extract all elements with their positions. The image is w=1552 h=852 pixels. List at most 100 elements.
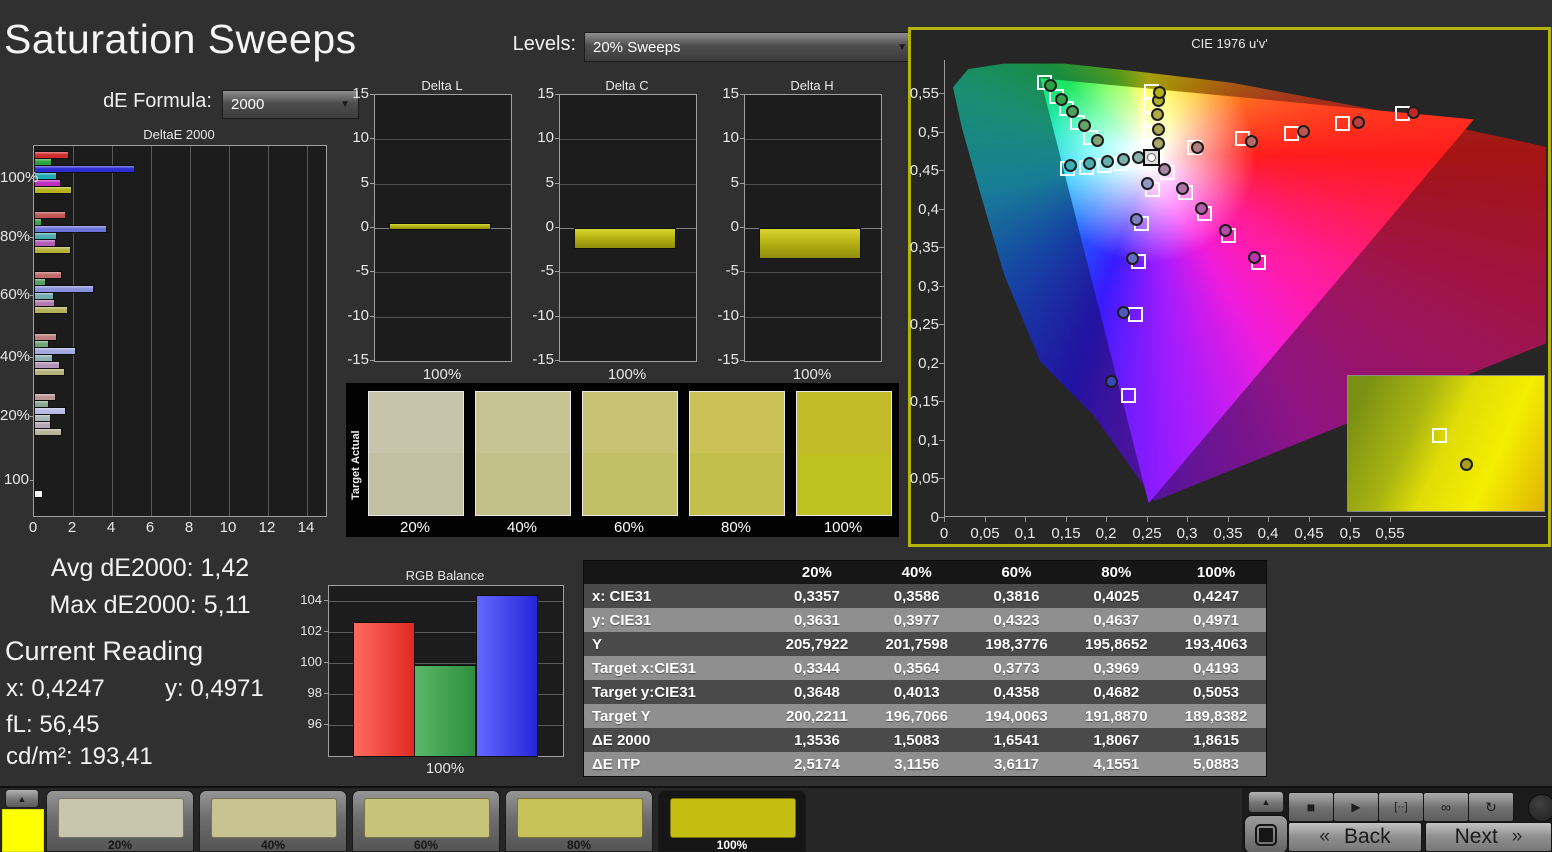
cie-y-tick bbox=[939, 93, 944, 94]
deltae-x-tick-label: 0 bbox=[28, 519, 38, 536]
collapse-up-button[interactable]: ▲ bbox=[5, 789, 39, 808]
transport-stop-button[interactable]: ■ bbox=[1288, 792, 1334, 822]
deltae-bar-100-Red bbox=[34, 490, 43, 498]
transport-play-button[interactable]: ▶ bbox=[1333, 792, 1379, 822]
cie-x-tick-label: 0,05 bbox=[970, 525, 1000, 542]
levels-label: Levels: bbox=[512, 33, 576, 55]
delta-y-tick-label: 5 bbox=[730, 174, 739, 191]
rgb-balance-plot bbox=[328, 585, 564, 757]
cie-x-tick-label: 0,2 bbox=[1095, 525, 1117, 542]
delta-y-tick bbox=[740, 227, 744, 228]
table-cell: 0,3969 bbox=[1093, 659, 1140, 677]
cie-x-tick-label: 0,3 bbox=[1176, 525, 1198, 542]
swatch-label-40%: 40% bbox=[506, 519, 538, 536]
transport-infinity-button[interactable]: ∞ bbox=[1423, 792, 1469, 822]
cie-measured-point-magenta bbox=[1176, 182, 1189, 195]
pattern-tile-80%[interactable]: 80% bbox=[505, 790, 653, 852]
cie-y-tick-label: 0,05 bbox=[909, 470, 939, 487]
cie-x-tick-label: 0,25 bbox=[1132, 525, 1162, 542]
delta-y-tick-label: -5 bbox=[540, 262, 554, 279]
table-cell: 0,3631 bbox=[793, 611, 840, 629]
delta-x-label: 100% bbox=[422, 366, 462, 383]
deltae2000-chart: DeltaE 2000 0 2 4 6 8 10 12 14 100% 80% 60% 40% 20% 1… bbox=[0, 127, 345, 539]
deltae-bar-80%-Yellow bbox=[34, 246, 71, 254]
delta-x-label: 100% bbox=[792, 366, 832, 383]
delta-y-tick bbox=[740, 138, 744, 139]
deltae-group-label: 60% bbox=[0, 286, 31, 303]
table-header-100%: 100% bbox=[1196, 564, 1236, 581]
cie-x-tick bbox=[944, 517, 945, 522]
delta-gridline bbox=[745, 139, 881, 140]
delta-y-tick bbox=[370, 227, 374, 228]
deltae-gridline bbox=[268, 146, 269, 516]
rgb-y-tick-label: 102 bbox=[300, 623, 322, 638]
delta-y-tick bbox=[740, 360, 744, 361]
delta-y-tick bbox=[370, 316, 374, 317]
table-cell: 2,5174 bbox=[793, 755, 840, 773]
delta-plot-delta_h bbox=[744, 94, 882, 362]
stop-measurement-button[interactable] bbox=[1244, 815, 1288, 852]
cie-x-tick bbox=[1268, 517, 1269, 522]
delta-y-tick-label: 10 bbox=[537, 129, 554, 146]
target-row-label: Target bbox=[350, 467, 362, 501]
cie-measured-point-red bbox=[1297, 125, 1310, 138]
deltae-gridline bbox=[112, 146, 113, 516]
cie-x-axis bbox=[944, 516, 1546, 517]
cie-x-tick-label: 0,15 bbox=[1051, 525, 1081, 542]
table-cell: 0,3816 bbox=[993, 587, 1040, 605]
swatch-label-100%: 100% bbox=[823, 519, 863, 536]
table-cell: 4,1551 bbox=[1093, 755, 1140, 773]
delta-chart-title-delta_h: Delta H bbox=[790, 78, 834, 93]
pattern-tile-100%[interactable]: 100% bbox=[658, 790, 806, 852]
back-button[interactable]: « Back bbox=[1288, 822, 1422, 852]
cie-y-tick bbox=[939, 517, 944, 518]
deltae2000-chart-title: DeltaE 2000 bbox=[143, 127, 215, 142]
cie-x-tick bbox=[985, 517, 986, 522]
next-button[interactable]: Next » bbox=[1425, 822, 1552, 852]
deltae-gridline bbox=[229, 146, 230, 516]
cie-y-tick-label: 0,45 bbox=[909, 162, 939, 179]
current-x-value: x: 0,4247 bbox=[6, 675, 105, 702]
current-reading-heading: Current Reading bbox=[5, 636, 204, 666]
deltae-gridline bbox=[73, 146, 74, 516]
table-row-ΔE ITP: ΔE ITP 2,5174 3,1156 3,6117 4,1551 5,0883 bbox=[584, 752, 1266, 776]
table-header-60%: 60% bbox=[1001, 564, 1032, 581]
cie-x-tick bbox=[1025, 517, 1026, 522]
rgb-y-tick bbox=[324, 631, 328, 632]
cie-measured-point-red bbox=[1407, 106, 1420, 119]
table-row-label: y: CIE31 bbox=[592, 611, 652, 629]
delta-bar-delta_l bbox=[389, 223, 491, 230]
rgb-bar-green bbox=[414, 665, 476, 757]
transport-range-button[interactable]: [··] bbox=[1378, 792, 1424, 822]
cie-x-tick bbox=[1309, 517, 1310, 522]
delta-x-label: 100% bbox=[607, 366, 647, 383]
delta-y-tick bbox=[740, 271, 744, 272]
table-row-label: x: CIE31 bbox=[592, 587, 652, 605]
pattern-tile-20%[interactable]: 20% bbox=[46, 790, 194, 852]
transport-panel: ▲ ■ ▶ [··] ∞ ↻ « Back Next » bbox=[1242, 788, 1552, 852]
delta-gridline bbox=[375, 139, 511, 140]
rgb-y-tick bbox=[324, 693, 328, 694]
cie-x-tick-label: 0,1 bbox=[1014, 525, 1036, 542]
pattern-tile-swatch-40% bbox=[211, 798, 337, 838]
levels-dropdown[interactable]: 20% Sweeps ▼ bbox=[584, 32, 916, 62]
cie-measured-point-blue bbox=[1126, 252, 1139, 265]
rgb-y-tick-label: 96 bbox=[307, 716, 322, 731]
delta-chart-title-delta_l: Delta L bbox=[421, 78, 463, 93]
cie-target-square-blue bbox=[1128, 307, 1143, 322]
chevron-left-icon: « bbox=[1319, 826, 1330, 847]
table-cell: 1,3536 bbox=[793, 731, 840, 749]
collapse-up-button-right[interactable]: ▲ bbox=[1248, 791, 1284, 813]
cie-measured-point-yellow bbox=[1151, 108, 1164, 121]
cie-1976-panel[interactable]: CIE 1976 u'v' 0 0,05 0,1 0,15 0,2 0,25 0,3 0,35… bbox=[908, 27, 1551, 547]
table-cell: 0,5053 bbox=[1193, 683, 1240, 701]
pattern-tile-40%[interactable]: 40% bbox=[199, 790, 347, 852]
pattern-tile-60%[interactable]: 60% bbox=[352, 790, 500, 852]
cie-x-tick bbox=[1390, 517, 1391, 522]
delta-y-tick-label: 15 bbox=[722, 85, 739, 102]
deltae-gridline bbox=[307, 146, 308, 516]
deltae-x-tick-label: 10 bbox=[219, 519, 237, 536]
transport-refresh-button[interactable]: ↻ bbox=[1468, 792, 1514, 822]
rgb-y-tick-label: 100 bbox=[300, 654, 322, 669]
current-color-chip bbox=[2, 809, 44, 852]
